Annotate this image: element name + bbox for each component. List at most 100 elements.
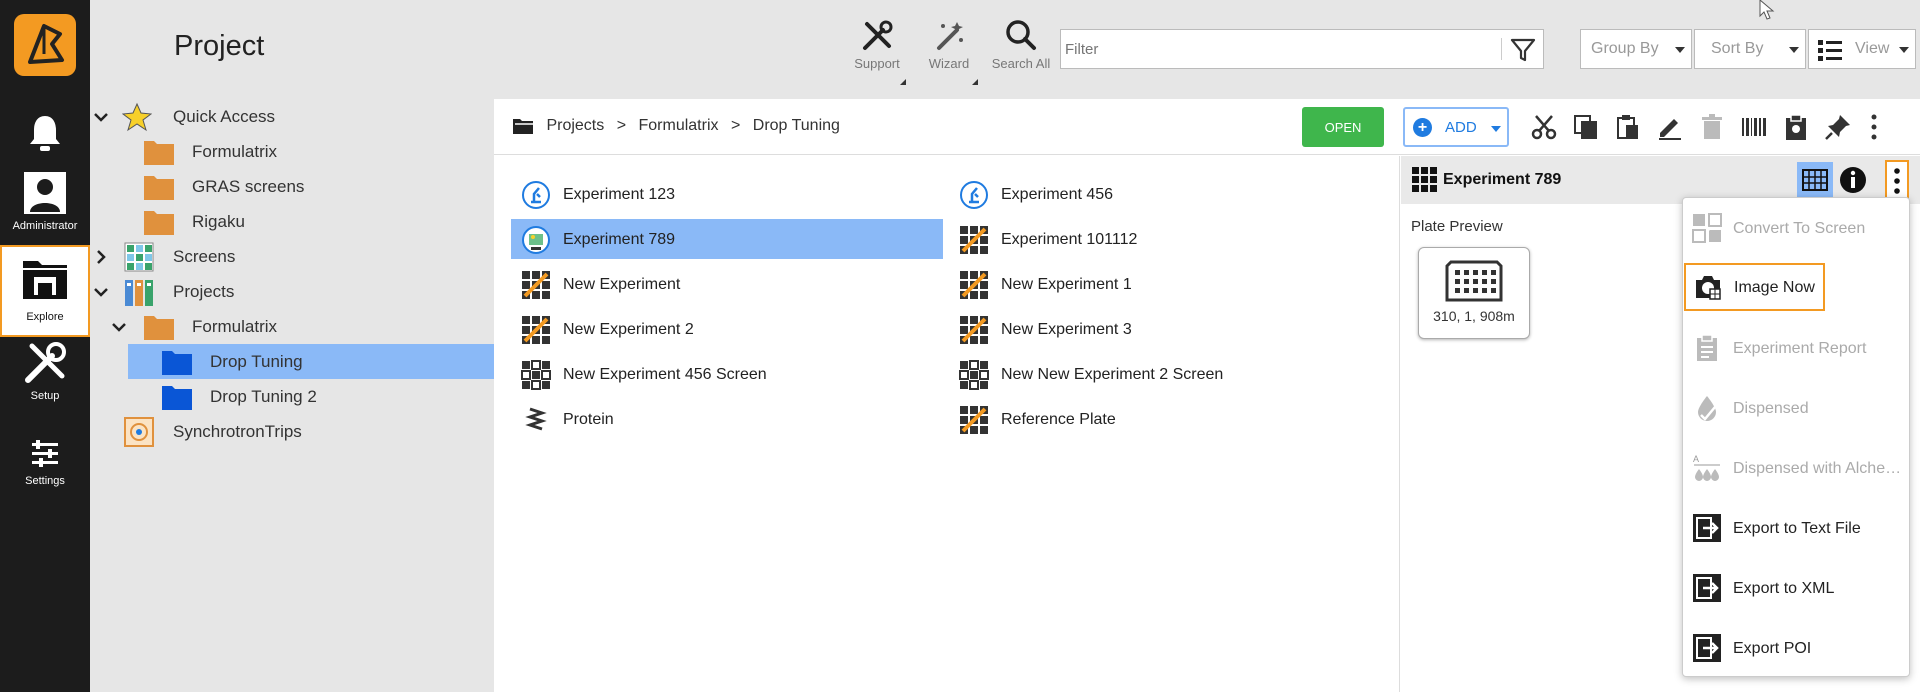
more-icon <box>1894 168 1900 194</box>
menu-label: Export to Text File <box>1733 520 1861 537</box>
tree-item-formulatrix-quick[interactable]: Formulatrix <box>90 134 494 169</box>
sort-by-label: Sort By <box>1711 40 1764 57</box>
rail-label-administrator: Administrator <box>12 220 78 232</box>
view-dropdown[interactable]: View <box>1808 29 1916 69</box>
wizard-button[interactable]: Wizard <box>916 18 982 85</box>
tree-item-formulatrix-project[interactable]: Formulatrix <box>90 309 494 344</box>
tree-item-synchrotron-trips[interactable]: SynchrotronTrips <box>90 414 494 449</box>
image-plate-icon <box>522 226 550 254</box>
cut-icon[interactable] <box>1530 113 1558 141</box>
screen-grid-icon <box>521 360 551 390</box>
breadcrumb-separator: > <box>730 117 741 134</box>
rail-setup[interactable]: Setup <box>0 340 90 412</box>
menu-item-dispensed[interactable]: Dispensed <box>1683 384 1909 432</box>
list-item-protein[interactable]: Protein <box>511 399 943 439</box>
folder-icon <box>144 211 174 235</box>
delete-icon[interactable] <box>1698 113 1726 141</box>
folder-icon <box>144 176 174 200</box>
tree-item-drop-tuning[interactable]: Drop Tuning <box>128 344 494 379</box>
folder-outline-icon <box>513 119 533 134</box>
open-button[interactable]: OPEN <box>1302 107 1384 147</box>
tree-item-gras-screens[interactable]: GRAS screens <box>90 169 494 204</box>
menu-label: Image Now <box>1734 279 1815 296</box>
pin-icon[interactable] <box>1824 113 1852 141</box>
chevron-down-icon <box>1491 126 1501 132</box>
tree-item-quick-access[interactable]: Quick Access <box>90 99 494 134</box>
menu-item-image-now[interactable]: Image Now <box>1684 263 1825 311</box>
menu-item-export-to-xml[interactable]: Export to XML <box>1683 564 1909 612</box>
list-item-new-experiment-2[interactable]: New Experiment 2 <box>511 309 943 349</box>
clipboard-icon[interactable] <box>1782 113 1810 141</box>
barcode-icon[interactable] <box>1740 113 1768 141</box>
menu-item-experiment-report[interactable]: Experiment Report <box>1683 324 1909 372</box>
chevron-down-icon <box>1789 47 1799 53</box>
add-button[interactable]: + ADD <box>1403 107 1509 147</box>
support-menu-indicator <box>900 79 906 85</box>
wizard-label: Wizard <box>928 56 970 71</box>
copy-icon[interactable] <box>1572 113 1600 141</box>
menu-label: Export POI <box>1733 640 1812 657</box>
menu-item-convert-to-screen[interactable]: Convert To Screen <box>1683 204 1909 252</box>
menu-item-dispensed-with-alchemist[interactable]: A Dispensed with Alchemist <box>1683 444 1909 492</box>
explore-icon <box>23 261 67 299</box>
list-item-experiment-789[interactable]: Experiment 789 <box>511 219 943 259</box>
list-item-experiment-101112[interactable]: Experiment 101112 <box>949 219 1381 259</box>
bell-icon <box>30 116 60 151</box>
breadcrumb-projects[interactable]: Projects <box>546 117 604 134</box>
dispense-alchemist-icon: A <box>1693 454 1720 481</box>
list-item-experiment-456[interactable]: Experiment 456 <box>949 174 1381 214</box>
chevron-down-icon[interactable] <box>110 318 128 336</box>
list-item-new-new-experiment-2-screen[interactable]: New New Experiment 2 Screen <box>949 354 1381 394</box>
paste-icon[interactable] <box>1614 113 1642 141</box>
rail-explore[interactable]: Explore <box>0 245 90 337</box>
chevron-right-icon[interactable] <box>92 248 110 266</box>
funnel-icon[interactable] <box>1509 36 1537 64</box>
detail-more-button[interactable] <box>1885 160 1909 200</box>
rail-administrator[interactable]: Administrator <box>0 170 90 234</box>
report-icon <box>1697 334 1717 361</box>
sort-by-dropdown[interactable]: Sort By <box>1694 29 1806 69</box>
plate-view-toggle[interactable] <box>1797 162 1833 198</box>
rail-settings[interactable]: Settings <box>0 437 90 501</box>
list-item-reference-plate[interactable]: Reference Plate <box>949 399 1381 439</box>
menu-label: Convert To Screen <box>1733 220 1866 237</box>
list-item-new-experiment[interactable]: New Experiment <box>511 264 943 304</box>
app-logo[interactable] <box>14 14 76 76</box>
menu-item-export-to-text-file[interactable]: Export to Text File <box>1683 504 1909 552</box>
svg-text:A: A <box>1693 454 1699 464</box>
blue-folder-icon <box>162 386 192 410</box>
rail-notifications[interactable] <box>0 112 90 164</box>
chevron-down-icon[interactable] <box>92 283 110 301</box>
info-icon[interactable] <box>1839 166 1867 194</box>
tree-item-drop-tuning-2[interactable]: Drop Tuning 2 <box>90 379 494 414</box>
item-label: Experiment 123 <box>563 186 676 203</box>
support-button[interactable]: Support <box>844 18 910 85</box>
plate-preview-label: Plate Preview <box>1411 218 1503 235</box>
tree-item-projects[interactable]: Projects <box>90 274 494 309</box>
item-label: Reference Plate <box>1001 411 1116 428</box>
group-by-dropdown[interactable]: Group By <box>1580 29 1692 69</box>
tree-item-screens[interactable]: Screens <box>90 239 494 274</box>
list-item-new-experiment-456-screen[interactable]: New Experiment 456 Screen <box>511 354 943 394</box>
search-all-button[interactable]: Search All <box>988 18 1054 71</box>
list-view-icon <box>1818 40 1842 61</box>
plate-preview-card[interactable]: 310, 1, 908m <box>1418 247 1530 339</box>
synchrotron-icon <box>124 417 154 447</box>
menu-item-export-poi[interactable]: Export POI <box>1683 624 1909 672</box>
breadcrumb-drop-tuning[interactable]: Drop Tuning <box>753 117 840 134</box>
breadcrumb-formulatrix[interactable]: Formulatrix <box>639 117 719 134</box>
rename-icon[interactable] <box>1656 113 1684 141</box>
plate-view-icon <box>1802 169 1828 191</box>
add-label: ADD <box>1445 119 1477 136</box>
more-icon[interactable] <box>1864 113 1884 141</box>
tree-label: Formulatrix <box>192 142 278 161</box>
filter-input[interactable] <box>1065 34 1495 64</box>
list-item-experiment-123[interactable]: Experiment 123 <box>511 174 943 214</box>
left-rail: Administrator Explore Setup Settings <box>0 0 90 692</box>
plate-icon <box>1445 260 1503 302</box>
list-item-new-experiment-3[interactable]: New Experiment 3 <box>949 309 1381 349</box>
chevron-down-icon[interactable] <box>92 108 110 126</box>
tree-item-rigaku[interactable]: Rigaku <box>90 204 494 239</box>
list-item-new-experiment-1[interactable]: New Experiment 1 <box>949 264 1381 304</box>
plate-grid-icon <box>1412 167 1437 192</box>
